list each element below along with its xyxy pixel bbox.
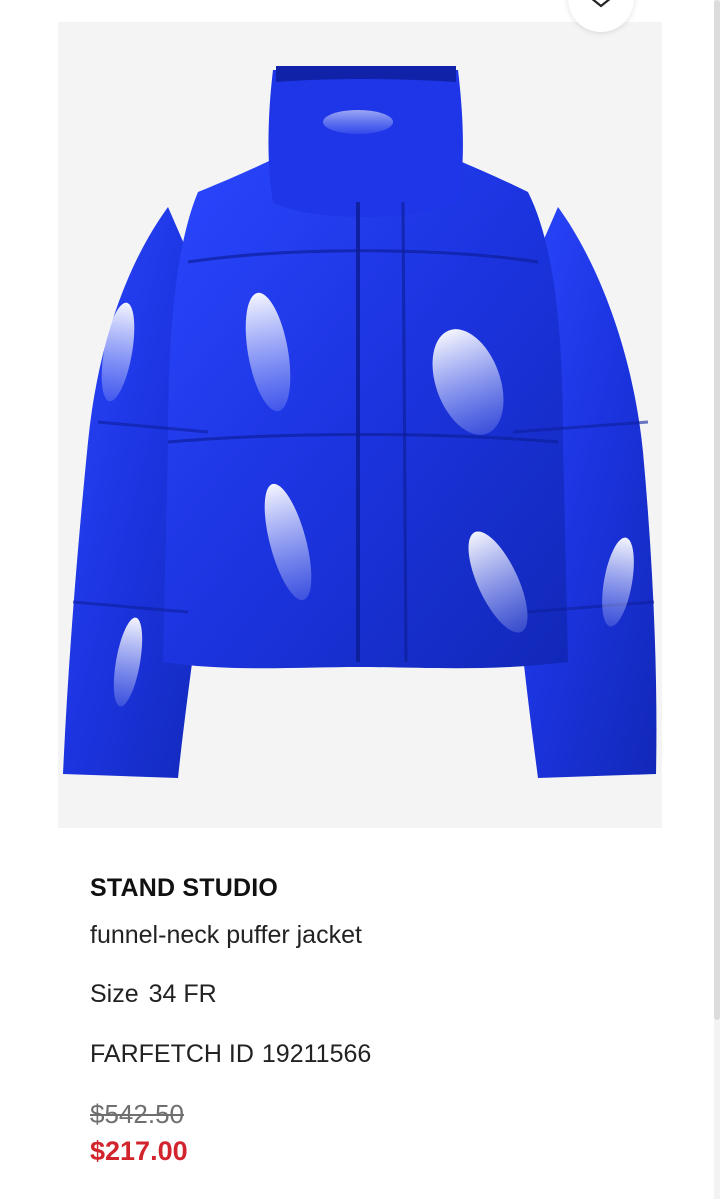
farfetch-id-value: 19211566 — [261, 1040, 372, 1068]
sale-price: $217.00 — [90, 1136, 188, 1166]
original-price: $542.50 — [90, 1099, 184, 1129]
close-icon — [591, 0, 611, 8]
scrollbar-track[interactable] — [714, 0, 720, 1199]
brand-name[interactable]: STAND STUDIO — [90, 874, 278, 903]
jacket-photo — [63, 66, 657, 778]
scrollbar-thumb[interactable] — [714, 0, 720, 1020]
farfetch-id-row: FARFETCH ID 19211566 — [90, 1040, 371, 1069]
product-name: funnel-neck puffer jacket — [90, 921, 362, 949]
size-row: Size 34 FR — [90, 980, 217, 1009]
size-label: Size — [90, 980, 139, 1008]
product-image[interactable] — [58, 22, 662, 828]
farfetch-id-label: FARFETCH ID — [90, 1040, 254, 1068]
size-value: 34 FR — [148, 980, 217, 1008]
